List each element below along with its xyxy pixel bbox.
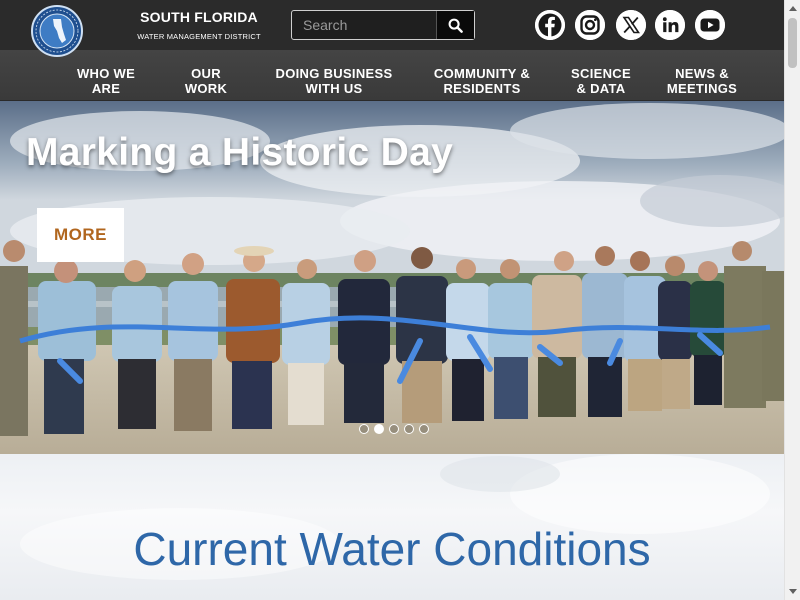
arrow-down-icon xyxy=(789,589,797,594)
search-button[interactable] xyxy=(436,11,474,39)
arrow-up-icon xyxy=(789,6,797,11)
more-button[interactable]: MORE xyxy=(37,208,124,262)
youtube-link[interactable] xyxy=(695,10,725,40)
nav-item-news-meetings[interactable]: NEWS & MEETINGS xyxy=(662,66,742,96)
nav-item-doing-business[interactable]: DOING BUSINESS WITH US xyxy=(270,66,398,96)
page: SOUTH FLORIDA WATER MANAGEMENT DISTRICT xyxy=(0,0,800,600)
facebook-icon xyxy=(535,10,565,40)
page-scrollbar[interactable] xyxy=(784,0,800,600)
x-icon xyxy=(616,10,646,40)
youtube-icon xyxy=(695,10,725,40)
carousel-dot-4[interactable] xyxy=(404,424,414,434)
brand-subtitle: WATER MANAGEMENT DISTRICT xyxy=(137,32,261,41)
carousel-dot-3[interactable] xyxy=(389,424,399,434)
scroll-down-button[interactable] xyxy=(785,584,800,600)
carousel-dot-5[interactable] xyxy=(419,424,429,434)
facebook-link[interactable] xyxy=(535,10,565,40)
nav-item-community-residents[interactable]: COMMUNITY & RESIDENTS xyxy=(424,66,540,96)
search-box xyxy=(291,10,475,40)
water-conditions-section: Current Water Conditions xyxy=(0,454,784,600)
linkedin-link[interactable] xyxy=(655,10,685,40)
carousel-dot-1[interactable] xyxy=(359,424,369,434)
scrollbar-thumb[interactable] xyxy=(788,18,797,68)
search-icon xyxy=(448,18,463,33)
hero-carousel: Marking a Historic Day MORE xyxy=(0,101,784,454)
carousel-dots xyxy=(359,424,429,434)
linkedin-icon xyxy=(655,10,685,40)
brand-title: SOUTH FLORIDA xyxy=(140,9,258,25)
section-title: Current Water Conditions xyxy=(133,523,651,575)
hero-title: Marking a Historic Day xyxy=(26,131,454,174)
main-nav: WHO WE ARE OUR WORK DOING BUSINESS WITH … xyxy=(0,50,784,101)
nav-item-our-work[interactable]: OUR WORK xyxy=(180,66,232,96)
instagram-icon xyxy=(575,10,605,40)
district-logo[interactable] xyxy=(31,5,83,57)
carousel-dot-2[interactable] xyxy=(374,424,384,434)
scroll-up-button[interactable] xyxy=(785,0,800,16)
brand-link[interactable]: SOUTH FLORIDA WATER MANAGEMENT DISTRICT xyxy=(128,8,270,41)
top-header-bar: SOUTH FLORIDA WATER MANAGEMENT DISTRICT xyxy=(0,0,784,50)
nav-item-science-data[interactable]: SCIENCE & DATA xyxy=(566,66,636,96)
district-seal-icon xyxy=(34,8,80,54)
instagram-link[interactable] xyxy=(575,10,605,40)
search-input[interactable] xyxy=(292,11,436,39)
x-link[interactable] xyxy=(616,10,646,40)
nav-item-who-we-are[interactable]: WHO WE ARE xyxy=(74,66,138,96)
